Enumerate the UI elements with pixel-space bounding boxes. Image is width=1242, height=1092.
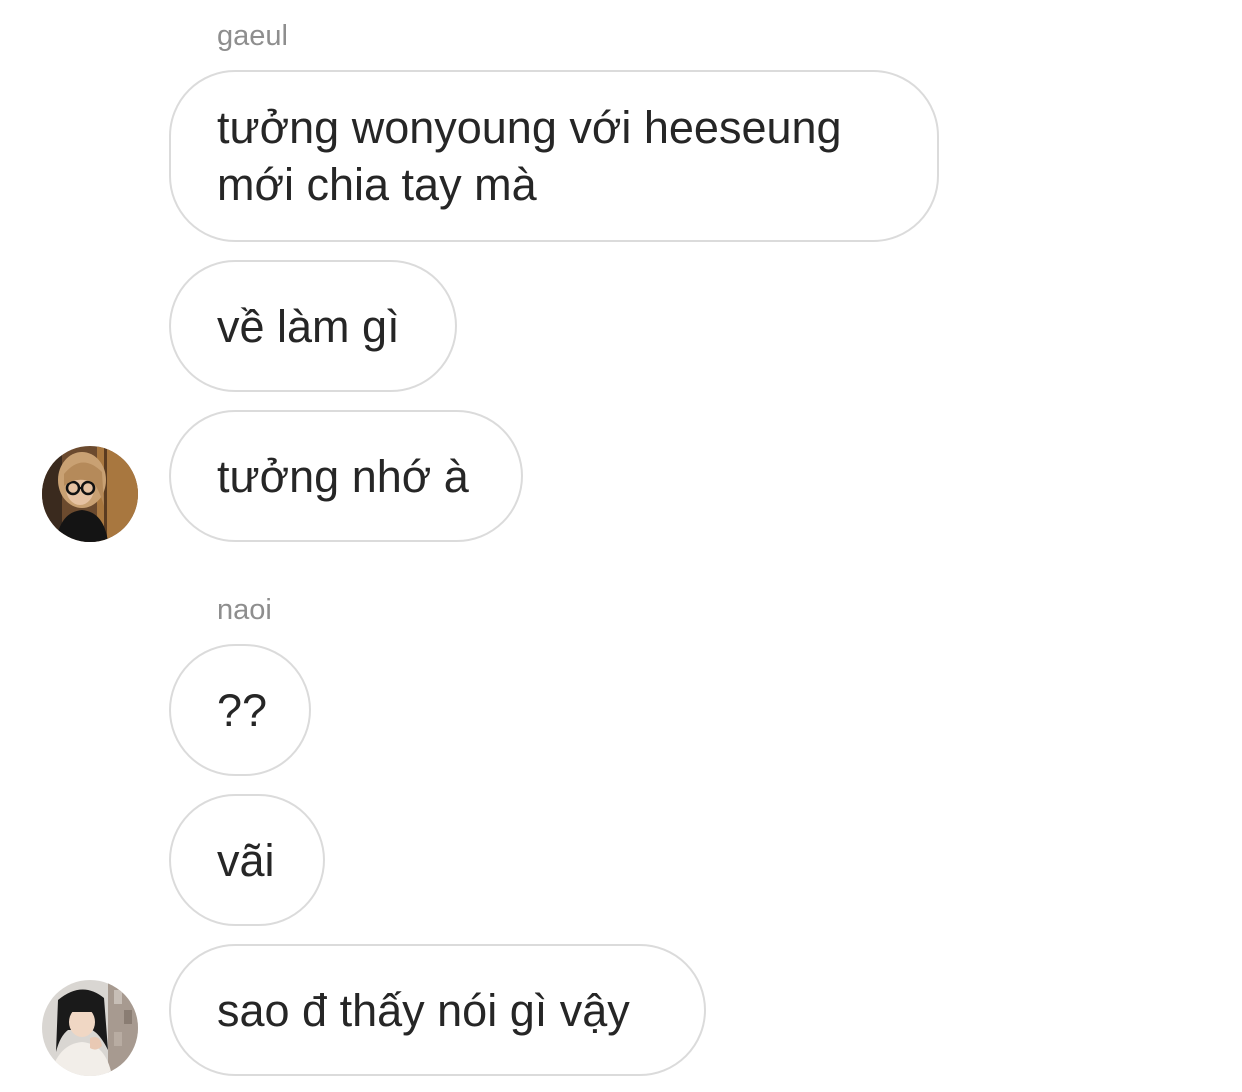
message-bubble[interactable]: ?? [169, 644, 311, 776]
message-bubble[interactable]: tưởng nhớ à [169, 410, 523, 542]
profile-photo-icon [42, 980, 138, 1076]
message-bubble[interactable]: tưởng wonyoung với heeseung mới chia tay… [169, 70, 939, 242]
message-bubble[interactable]: vãi [169, 794, 325, 926]
message-bubble[interactable]: về làm gì [169, 260, 457, 392]
sender-name: gaeul [217, 20, 288, 52]
avatar[interactable] [42, 980, 138, 1076]
message-text: vãi [217, 834, 275, 886]
message-bubble[interactable]: sao đ thấy nói gì vậy [169, 944, 706, 1076]
message-text: ?? [217, 684, 268, 736]
avatar[interactable] [42, 446, 138, 542]
message-text: tưởng nhớ à [217, 450, 469, 502]
profile-photo-icon [42, 446, 138, 542]
message-text: tưởng wonyoung với heeseung mới chia tay… [217, 102, 842, 210]
message-text: sao đ thấy nói gì vậy [217, 984, 630, 1036]
sender-name: naoi [217, 594, 272, 626]
message-text: về làm gì [217, 300, 400, 352]
